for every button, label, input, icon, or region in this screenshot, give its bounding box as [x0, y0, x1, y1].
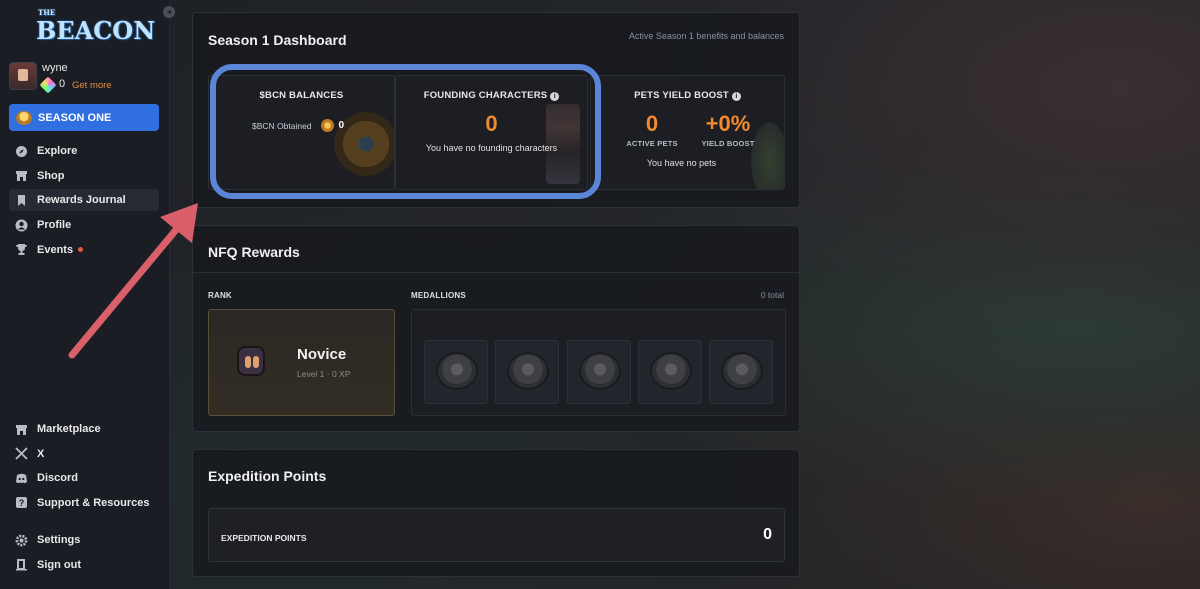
rank-name: Novice — [297, 346, 347, 363]
gem-count: 0 — [59, 78, 66, 90]
medallions-label: MEDALLIONS — [411, 291, 466, 300]
locked-medallion-icon — [579, 352, 621, 390]
svg-text:?: ? — [19, 498, 25, 508]
locked-medallion-icon — [721, 352, 763, 390]
nav-item-settings[interactable]: Settings — [9, 529, 159, 551]
yield-boost-label: YIELD BOOST — [701, 139, 755, 148]
medallion-slot[interactable] — [424, 340, 488, 404]
active-pets-count: 0 — [645, 111, 659, 136]
avatar[interactable] — [9, 62, 37, 90]
medallion-slot[interactable] — [495, 340, 559, 404]
divider — [193, 272, 799, 273]
discord-icon — [15, 472, 28, 485]
medallions-area — [411, 309, 786, 416]
locked-medallion-icon — [436, 352, 478, 390]
nav-item-discord[interactable]: Discord — [9, 467, 159, 489]
rank-card[interactable]: Novice Level 1 · 0 XP — [208, 309, 395, 416]
season-one-label: SEASON ONE — [38, 111, 112, 124]
season-badge-icon — [16, 110, 32, 125]
season-dashboard-title: Season 1 Dashboard — [208, 32, 347, 48]
pets-yield-boost-title-text: PETS YIELD BOOST — [634, 90, 729, 101]
nav-item-explore[interactable]: Explore — [9, 140, 159, 162]
annotation-arrow — [68, 203, 198, 359]
nav-label: Support & Resources — [37, 496, 150, 509]
yield-boost-value: +0% — [705, 111, 751, 136]
nav-label: Settings — [37, 534, 81, 546]
expedition-points-card: EXPEDITION POINTS 0 — [208, 508, 785, 562]
nav-label: Marketplace — [37, 423, 101, 435]
medallion-slot[interactable] — [567, 340, 631, 404]
nav-label: Shop — [37, 169, 65, 182]
pets-yield-boost-title: PETS YIELD BOOST i — [591, 90, 784, 101]
account-nav: Settings Sign out — [9, 529, 159, 578]
user-icon — [15, 219, 28, 232]
rank-label: RANK — [208, 291, 232, 300]
store-icon — [15, 423, 28, 436]
gear-icon — [15, 534, 28, 547]
medallions-total: 0 total — [760, 290, 784, 300]
expedition-points-label: EXPEDITION POINTS — [221, 533, 307, 543]
logo-word: BEACON — [36, 16, 156, 45]
help-icon: ? — [15, 496, 28, 509]
get-more-link[interactable]: Get more — [72, 80, 112, 91]
highlight-ring — [210, 64, 601, 199]
compass-icon — [15, 145, 28, 158]
username: wyne — [42, 62, 68, 74]
locked-medallion-icon — [507, 352, 549, 390]
season-dashboard-subtitle: Active Season 1 benefits and balances — [628, 31, 784, 41]
nav-item-support[interactable]: ? Support & Resources — [9, 492, 159, 514]
rank-level: Level 1 · 0 XP — [297, 369, 351, 379]
nav-item-marketplace[interactable]: Marketplace — [9, 418, 159, 440]
collapse-sidebar-button[interactable]: ◂ — [163, 6, 175, 18]
pets-message: You have no pets — [646, 158, 717, 168]
expedition-points-panel: Expedition Points EXPEDITION POINTS 0 — [192, 449, 800, 577]
store-icon — [15, 169, 28, 182]
trophy-icon — [15, 243, 28, 256]
nav-item-sign-out[interactable]: Sign out — [9, 554, 159, 576]
bookmark-icon — [15, 194, 28, 207]
season-one-button[interactable]: SEASON ONE — [9, 104, 159, 131]
external-nav: Marketplace X Discord ? Support & Resour… — [9, 418, 159, 516]
nav-label: Explore — [37, 145, 78, 157]
pets-yield-boost-card: PETS YIELD BOOST i 0 ACTIVE PETS +0% YIEL… — [590, 75, 785, 190]
nfq-rewards-panel: NFQ Rewards RANK MEDALLIONS 0 total Novi… — [192, 225, 800, 432]
info-icon[interactable]: i — [731, 92, 741, 101]
beacon-logo[interactable]: THE BEACON — [36, 8, 155, 45]
gem-icon — [39, 76, 57, 94]
locked-medallion-icon — [650, 352, 692, 390]
expedition-points-value: 0 — [763, 526, 772, 543]
expedition-points-title: Expedition Points — [208, 468, 327, 484]
nav-item-x[interactable]: X — [9, 443, 159, 465]
signout-icon — [15, 558, 28, 571]
rank-badge-icon — [237, 346, 265, 376]
nav-label: Discord — [37, 472, 78, 485]
nav-item-shop[interactable]: Shop — [9, 165, 159, 187]
medallion-slot[interactable] — [709, 340, 773, 404]
x-icon — [15, 447, 28, 460]
nav-label: Sign out — [37, 558, 81, 571]
nfq-rewards-title: NFQ Rewards — [208, 244, 300, 260]
medallion-slot[interactable] — [638, 340, 702, 404]
nav-label: X — [37, 447, 45, 460]
